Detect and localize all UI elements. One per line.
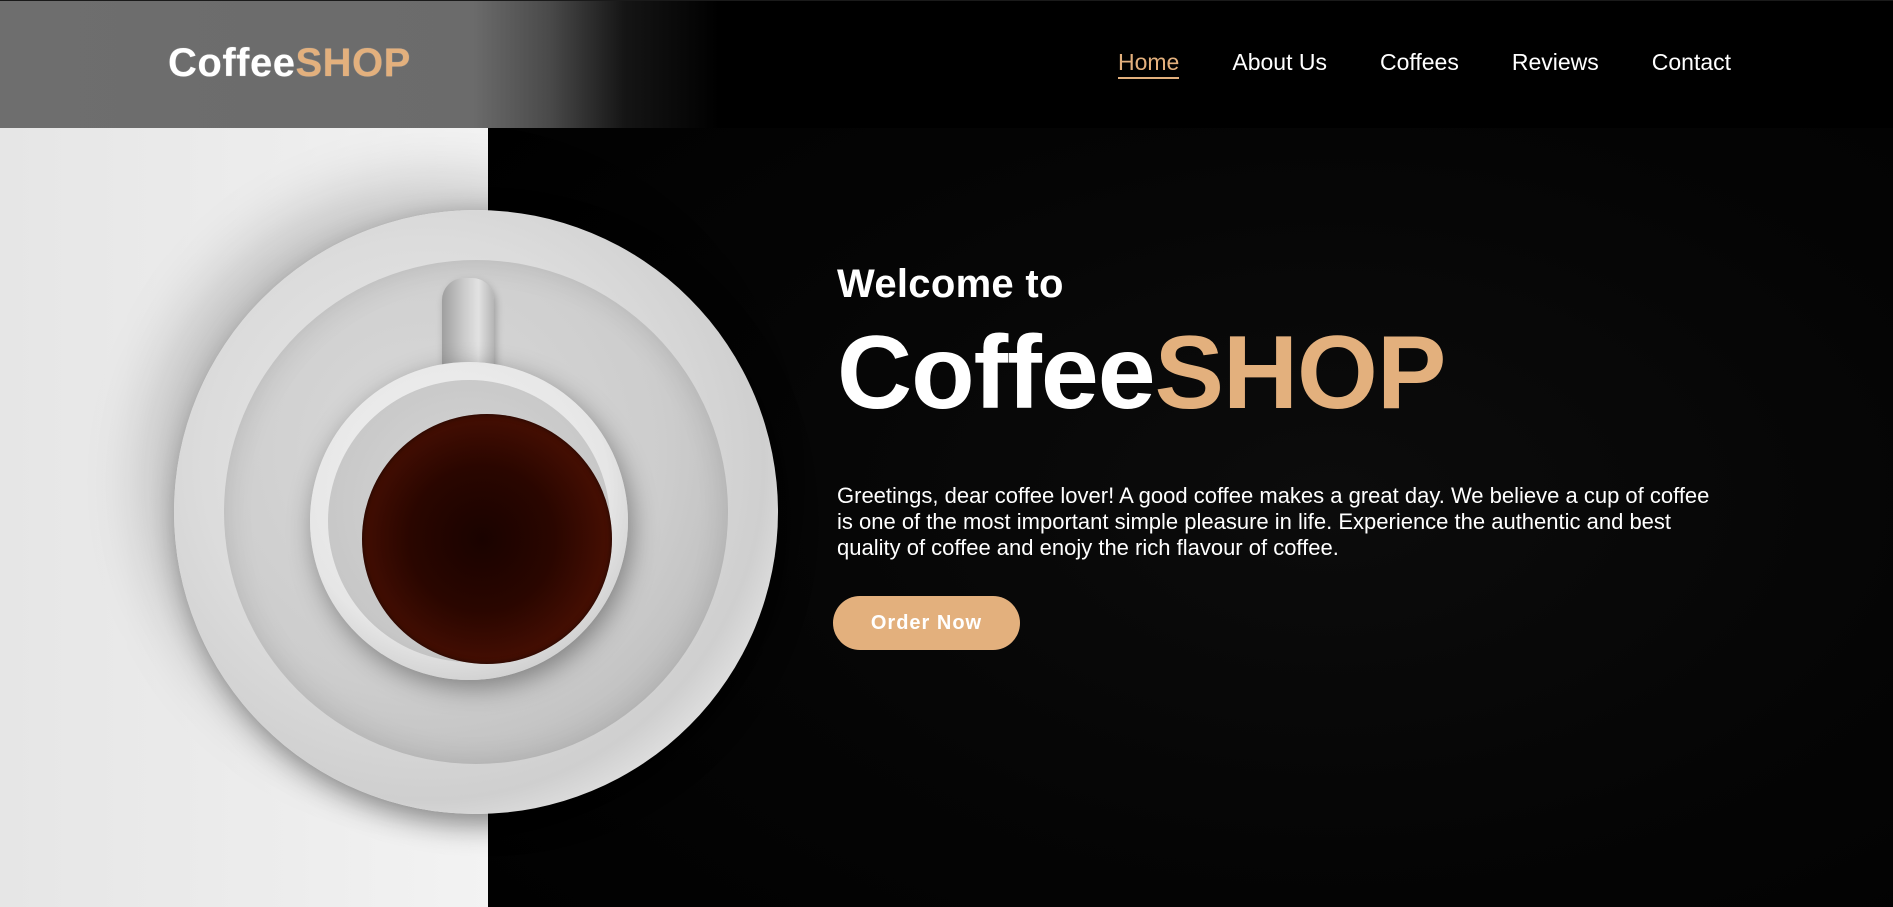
logo-part-shop: SHOP xyxy=(295,41,411,85)
hero-title: CoffeeSHOP xyxy=(837,321,1737,425)
main-nav: Home About Us Coffees Reviews Contact xyxy=(1118,49,1731,79)
site-header: CoffeeSHOP Home About Us Coffees Reviews… xyxy=(0,0,1893,128)
hero-title-coffee: Coffee xyxy=(837,315,1156,431)
order-now-button[interactable]: Order Now xyxy=(833,596,1020,650)
cup-rim xyxy=(328,380,612,664)
hero-kicker: Welcome to xyxy=(837,262,1064,306)
hero-title-shop: SHOP xyxy=(1154,315,1447,431)
hero-section: Welcome to CoffeeSHOP Greetings, dear co… xyxy=(833,262,1737,650)
nav-reviews[interactable]: Reviews xyxy=(1512,49,1599,79)
nav-coffees[interactable]: Coffees xyxy=(1380,49,1459,79)
hero-description: Greetings, dear coffee lover! A good cof… xyxy=(837,483,1710,560)
nav-about-us[interactable]: About Us xyxy=(1232,49,1327,79)
page: CoffeeSHOP Home About Us Coffees Reviews… xyxy=(0,0,1893,907)
logo-part-coffee: Coffee xyxy=(168,41,296,85)
nav-home[interactable]: Home xyxy=(1118,49,1180,79)
coffee-liquid xyxy=(362,414,612,664)
nav-contact[interactable]: Contact xyxy=(1652,49,1731,79)
site-logo[interactable]: CoffeeSHOP xyxy=(168,41,411,86)
coffee-cup-image xyxy=(310,362,628,680)
